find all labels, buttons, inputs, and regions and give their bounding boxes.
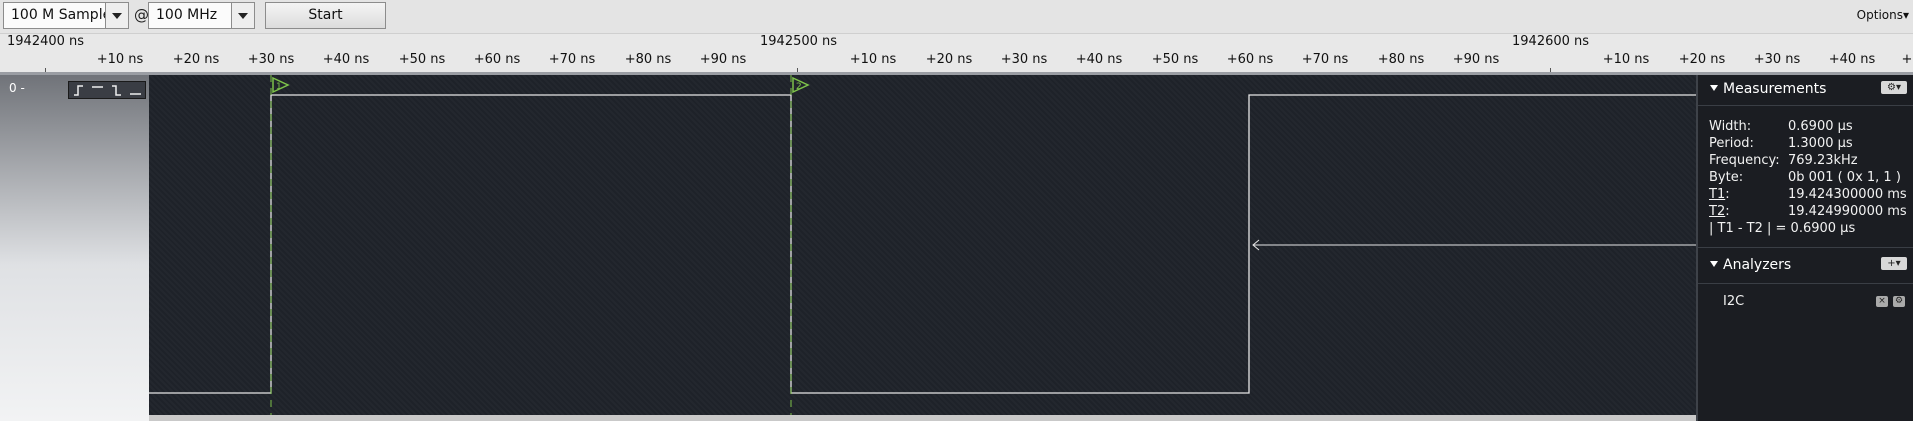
ruler-major-label: 1942400 ns	[7, 34, 85, 49]
ruler-minor-label: +50 ns	[1151, 52, 1199, 67]
ruler-minor-label: +70 ns	[548, 52, 596, 67]
divider	[1698, 105, 1913, 106]
chevron-down-icon[interactable]	[105, 3, 128, 28]
toolbar: 100 M Samples @ 100 MHz Start Options▾	[0, 0, 1913, 34]
low-level-icon[interactable]	[127, 83, 144, 97]
gear-icon[interactable]: ⚙	[1893, 296, 1905, 307]
ruler-minor-label: +90 ns	[699, 52, 747, 67]
channel-label[interactable]: 0 -	[9, 81, 25, 95]
ruler-minor-label: +	[1901, 52, 1913, 67]
key-suffix: :	[1725, 204, 1730, 219]
ruler-minor-label: +80 ns	[1377, 52, 1425, 67]
rising-edge-icon[interactable]	[70, 83, 87, 97]
ruler-minor-label: +40 ns	[1075, 52, 1123, 67]
gear-icon[interactable]: ⚙▾	[1881, 81, 1907, 94]
ruler-minor-label: +30 ns	[1753, 52, 1801, 67]
ruler-minor-label: +20 ns	[1678, 52, 1726, 67]
ruler-minor-label: +80 ns	[624, 52, 672, 67]
key-suffix: :	[1725, 187, 1730, 202]
measurement-value: 0b 001 ( 0x 1, 1 )	[1788, 170, 1901, 185]
measurements-title: Measurements	[1723, 81, 1827, 97]
sample-rate-value: 100 MHz	[156, 7, 218, 23]
measurement-key: Byte:	[1709, 170, 1744, 185]
at-label: @	[134, 6, 149, 24]
add-analyzer-button[interactable]: +▾	[1881, 257, 1907, 270]
measurement-value: 19.424300000 ms	[1788, 187, 1907, 202]
trigger-buttons	[68, 81, 146, 99]
ruler-minor-label: +30 ns	[247, 52, 295, 67]
falling-edge-icon[interactable]	[108, 83, 125, 97]
ruler-minor-label: +30 ns	[1000, 52, 1048, 67]
measurement-value: 1.3000 µs	[1788, 136, 1853, 151]
measurement-key: Width:	[1709, 119, 1752, 134]
channel-header: 0 -	[0, 75, 149, 421]
measurement-value: 0.6900 µs	[1788, 119, 1853, 134]
ruler-minor-label: +60 ns	[473, 52, 521, 67]
analyzers-header[interactable]: Analyzers +▾	[1698, 251, 1913, 279]
measurement-key: Period:	[1709, 136, 1754, 151]
measurement-delta-text: | T1 - T2 | = 0.6900 µs	[1709, 221, 1856, 236]
high-level-icon[interactable]	[89, 83, 106, 97]
close-icon[interactable]: ×	[1876, 296, 1888, 307]
time-ruler[interactable]: 1942400 ns 1942500 ns 1942600 ns +10 ns …	[0, 34, 1913, 74]
analyzer-item[interactable]: I2C	[1723, 294, 1744, 309]
marker-id-t2: 2	[796, 82, 802, 92]
ruler-minor-label: +60 ns	[1226, 52, 1274, 67]
ruler-minor-label: +70 ns	[1301, 52, 1349, 67]
chevron-down-icon[interactable]	[231, 3, 254, 28]
ruler-minor-label: +20 ns	[925, 52, 973, 67]
ruler-minor-label: +50 ns	[398, 52, 446, 67]
ruler-minor-label: +10 ns	[1602, 52, 1650, 67]
ruler-minor-label: +10 ns	[96, 52, 144, 67]
ruler-minor-label: +20 ns	[172, 52, 220, 67]
divider	[1698, 283, 1913, 284]
measurements-header[interactable]: Measurements ⚙▾	[1698, 75, 1913, 103]
sample-rate-select[interactable]: 100 MHz	[148, 2, 255, 29]
analyzers-title: Analyzers	[1723, 257, 1792, 273]
measurement-key: T2:	[1709, 204, 1730, 219]
measurement-key: Frequency:	[1709, 153, 1780, 168]
options-menu[interactable]: Options▾	[1857, 8, 1909, 22]
waveform-area[interactable]: 1 2	[149, 75, 1696, 415]
ruler-minor-label: +90 ns	[1452, 52, 1500, 67]
side-panel: Measurements ⚙▾ Width: 0.6900 µs Period:…	[1696, 75, 1913, 421]
samples-select[interactable]: 100 M Samples	[3, 2, 129, 29]
collapse-icon[interactable]	[1710, 261, 1718, 267]
measurement-key: T1:	[1709, 187, 1730, 202]
divider	[1698, 247, 1913, 248]
measurement-value: 19.424990000 ms	[1788, 204, 1907, 219]
measurement-value: 769.23kHz	[1788, 153, 1858, 168]
t2-link[interactable]: T2	[1709, 204, 1725, 219]
ruler-minor-label: +40 ns	[322, 52, 370, 67]
start-button[interactable]: Start	[265, 2, 386, 29]
horizontal-scrollbar[interactable]	[149, 415, 1696, 421]
collapse-icon[interactable]	[1710, 85, 1718, 91]
ruler-major-label: 1942500 ns	[760, 34, 838, 49]
ruler-minor-label: +40 ns	[1828, 52, 1876, 67]
ruler-major-label: 1942600 ns	[1512, 34, 1590, 49]
ruler-minor-label: +10 ns	[849, 52, 897, 67]
signal-trace	[149, 94, 1696, 394]
t1-link[interactable]: T1	[1709, 187, 1725, 202]
marker-id-t1: 1	[276, 82, 282, 92]
samples-value: 100 M Samples	[11, 7, 119, 23]
